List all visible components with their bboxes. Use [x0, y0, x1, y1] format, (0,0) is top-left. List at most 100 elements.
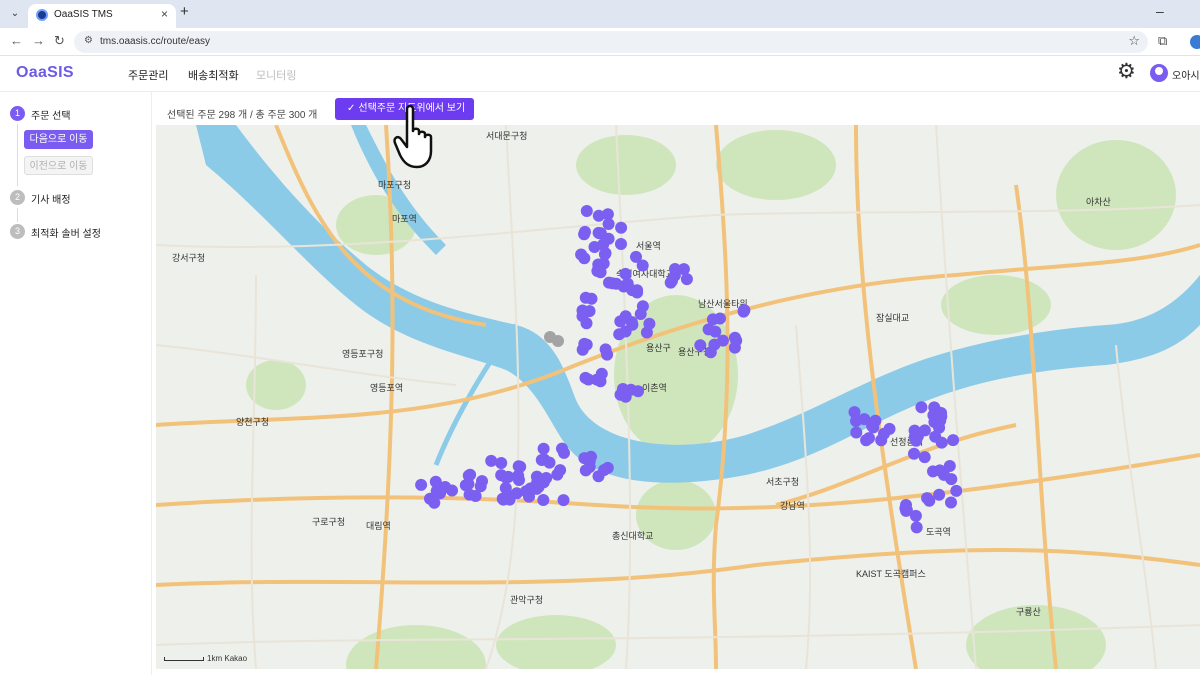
order-marker[interactable]: [921, 492, 934, 505]
next-step-button[interactable]: 다음으로 이동: [24, 130, 93, 149]
order-marker[interactable]: [537, 494, 550, 506]
order-marker[interactable]: [945, 496, 957, 509]
gear-icon[interactable]: ⚙: [1117, 61, 1136, 82]
order-marker[interactable]: [630, 250, 642, 263]
order-marker[interactable]: [615, 238, 627, 250]
order-marker[interactable]: [578, 337, 591, 350]
order-marker[interactable]: [666, 274, 678, 287]
order-marker[interactable]: [677, 263, 690, 276]
order-marker[interactable]: [938, 468, 950, 481]
order-marker[interactable]: [933, 488, 946, 501]
scale-label: 1km: [207, 654, 223, 663]
order-marker[interactable]: [434, 487, 447, 500]
order-marker[interactable]: [610, 277, 623, 290]
order-marker[interactable]: [634, 308, 647, 320]
browser-profile-icon[interactable]: [1190, 35, 1200, 49]
order-marker[interactable]: [474, 480, 487, 493]
order-marker[interactable]: [554, 464, 567, 477]
tab-search-chevron-icon[interactable]: ⌄: [6, 5, 24, 23]
order-marker[interactable]: [694, 339, 707, 352]
order-marker[interactable]: [643, 317, 656, 330]
user-avatar-icon[interactable]: [1150, 64, 1168, 82]
site-settings-icon[interactable]: ⚙: [84, 35, 93, 46]
order-marker[interactable]: [615, 221, 628, 234]
order-marker[interactable]: [850, 426, 863, 439]
back-arrow-icon[interactable]: ←: [10, 33, 23, 48]
order-marker[interactable]: [415, 478, 428, 491]
order-marker[interactable]: [602, 218, 615, 230]
order-marker[interactable]: [579, 225, 591, 238]
order-marker[interactable]: [950, 484, 963, 497]
order-marker[interactable]: [583, 305, 596, 318]
order-marker[interactable]: [591, 373, 603, 386]
order-marker[interactable]: [935, 436, 948, 449]
app-logo[interactable]: OaaSIS: [16, 64, 74, 82]
order-marker[interactable]: [626, 318, 639, 331]
forward-arrow-icon[interactable]: →: [32, 33, 45, 48]
minimize-icon[interactable]: –: [1156, 3, 1164, 19]
order-marker[interactable]: [737, 305, 750, 318]
order-marker[interactable]: [915, 401, 928, 414]
order-marker[interactable]: [485, 454, 498, 467]
order-marker[interactable]: [716, 334, 729, 347]
username[interactable]: 오아시스: [1172, 67, 1200, 82]
order-marker[interactable]: [918, 451, 931, 464]
order-marker[interactable]: [632, 385, 644, 398]
order-marker[interactable]: [495, 457, 508, 469]
order-marker[interactable]: [575, 248, 588, 261]
order-marker[interactable]: [497, 493, 510, 506]
order-marker[interactable]: [557, 494, 570, 507]
order-marker[interactable]: [580, 205, 593, 217]
order-marker[interactable]: [910, 521, 923, 534]
order-marker[interactable]: [500, 471, 513, 484]
order-marker[interactable]: [599, 343, 612, 356]
map-view[interactable]: 서대문구청 마포구청 마포역 강서구청 영등포구청 영등포역 양천구청 구로구청…: [156, 125, 1200, 669]
order-marker[interactable]: [875, 434, 888, 447]
order-marker[interactable]: [583, 461, 596, 473]
url-text[interactable]: tms.oaasis.cc/route/easy: [100, 36, 210, 47]
order-marker[interactable]: [863, 432, 875, 445]
order-marker[interactable]: [592, 209, 605, 222]
order-marker[interactable]: [616, 383, 629, 395]
nav-monitoring[interactable]: 모니터링: [256, 67, 296, 83]
extensions-puzzle-icon[interactable]: ⧉: [1158, 33, 1167, 49]
order-marker[interactable]: [514, 460, 527, 473]
order-marker[interactable]: [588, 241, 601, 253]
order-marker[interactable]: [927, 465, 939, 478]
browser-tab[interactable]: OaaSIS TMS ×: [28, 4, 176, 28]
order-marker[interactable]: [535, 454, 548, 466]
address-bar[interactable]: ⚙ tms.oaasis.cc/route/easy ☆: [74, 31, 1148, 53]
order-marker[interactable]: [947, 434, 960, 447]
order-marker[interactable]: [429, 475, 442, 488]
order-marker[interactable]: [704, 346, 717, 359]
order-marker[interactable]: [702, 323, 715, 336]
unselected-order-marker[interactable]: [552, 335, 564, 347]
order-marker[interactable]: [463, 488, 476, 501]
order-marker[interactable]: [585, 450, 597, 463]
nav-order-management[interactable]: 주문관리: [128, 67, 168, 83]
order-marker[interactable]: [592, 258, 605, 271]
order-marker[interactable]: [537, 442, 550, 455]
order-marker[interactable]: [499, 482, 512, 495]
order-marker[interactable]: [848, 406, 861, 419]
order-marker[interactable]: [934, 414, 947, 427]
order-marker[interactable]: [730, 334, 743, 347]
order-marker[interactable]: [531, 476, 544, 489]
prev-step-button[interactable]: 이전으로 이동: [24, 156, 93, 175]
order-marker[interactable]: [556, 442, 568, 455]
reload-icon[interactable]: ↻: [54, 33, 65, 49]
order-marker[interactable]: [631, 286, 644, 299]
order-marker[interactable]: [579, 291, 592, 304]
new-tab-plus-icon[interactable]: +: [180, 3, 189, 20]
close-icon[interactable]: ×: [161, 7, 168, 21]
nav-delivery-optimization[interactable]: 배송최적화: [188, 67, 239, 83]
order-marker[interactable]: [908, 424, 921, 437]
order-marker[interactable]: [900, 499, 912, 511]
order-marker[interactable]: [593, 227, 606, 240]
order-marker[interactable]: [869, 414, 882, 427]
bookmark-star-icon[interactable]: ☆: [1128, 33, 1140, 49]
order-marker[interactable]: [598, 464, 611, 476]
order-marker[interactable]: [908, 447, 920, 460]
order-marker[interactable]: [599, 247, 612, 260]
order-marker[interactable]: [613, 328, 626, 341]
